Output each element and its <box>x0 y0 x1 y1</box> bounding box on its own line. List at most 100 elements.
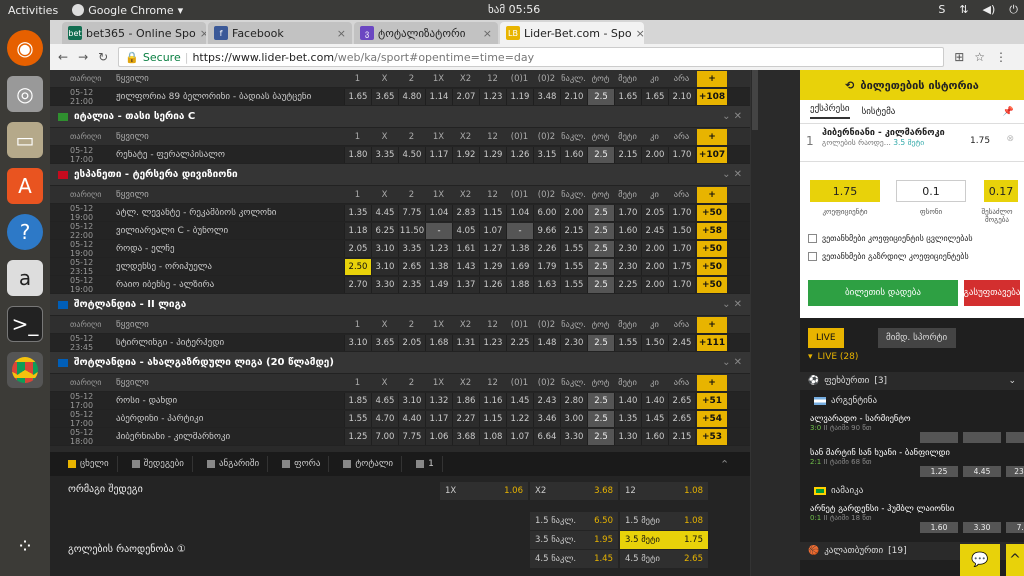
remove-bet-icon[interactable]: ⊗ <box>1006 134 1014 144</box>
close-tab-icon[interactable]: × <box>337 27 346 40</box>
more-markets-button[interactable]: +111 <box>697 334 727 351</box>
live-odd[interactable] <box>920 432 958 443</box>
event-teams[interactable]: როდა - ელჩე <box>116 244 344 254</box>
odd-cell[interactable]: 2.5 <box>587 428 614 445</box>
market-option[interactable]: 3.5 მეტი 1.75 <box>620 531 708 549</box>
reload-icon[interactable]: ↻ <box>98 50 108 64</box>
close-tab-icon[interactable]: × <box>636 27 644 40</box>
odd-cell[interactable]: 2.5 <box>587 276 614 293</box>
odd-cell[interactable]: 6.25 <box>371 222 398 239</box>
odd-cell[interactable]: 1.45 <box>641 410 668 427</box>
collapse-arrow-icon[interactable]: ⌃ <box>720 458 729 471</box>
system-tray[interactable]: S ⇅ ◀) ⏻ <box>938 3 1018 17</box>
odd-cell[interactable]: 2.5 <box>587 392 614 409</box>
odd-cell[interactable]: 1.31 <box>452 334 479 351</box>
more-markets-button[interactable]: +107 <box>697 146 727 163</box>
odd-cell[interactable]: 1.23 <box>479 334 506 351</box>
back-icon[interactable]: ← <box>58 50 68 64</box>
odd-cell[interactable]: 1.48 <box>533 334 560 351</box>
odd-cell[interactable]: 6.00 <box>533 204 560 221</box>
odd-cell[interactable]: 2.70 <box>344 276 371 293</box>
odd-cell[interactable]: 1.63 <box>533 276 560 293</box>
odd-cell[interactable]: 7.75 <box>398 204 425 221</box>
collapse-controls[interactable]: ⌄ ✕ <box>722 111 750 122</box>
odd-cell[interactable]: 3.10 <box>344 334 371 351</box>
apps-grid-icon[interactable]: ⁘ <box>7 528 43 564</box>
odd-cell[interactable]: 3.35 <box>371 146 398 163</box>
odd-cell[interactable]: 1.86 <box>452 392 479 409</box>
odd-cell[interactable]: 2.45 <box>641 222 668 239</box>
odd-cell[interactable]: 2.45 <box>668 334 695 351</box>
odd-cell[interactable]: 2.65 <box>398 258 425 275</box>
odd-cell[interactable]: 2.83 <box>452 204 479 221</box>
odd-cell[interactable]: 2.5 <box>587 334 614 351</box>
odd-cell[interactable]: 1.23 <box>425 240 452 257</box>
browser-tab[interactable]: bet bet365 - Online Spo × <box>62 22 206 44</box>
odd-cell[interactable]: 1.85 <box>344 392 371 409</box>
market-tab[interactable]: შედეგები <box>124 456 193 472</box>
event-teams[interactable]: აბერდინი - პარტიკი <box>116 414 344 424</box>
odd-cell[interactable]: 1.65 <box>614 88 641 105</box>
odd-cell[interactable]: 2.15 <box>668 428 695 445</box>
event-teams[interactable]: ჰიბერნიანი - კილმარნოკი <box>116 432 344 442</box>
odd-cell[interactable]: 2.5 <box>587 240 614 257</box>
translate-icon[interactable]: ⊞ <box>954 50 964 64</box>
odd-cell[interactable]: 1.37 <box>452 276 479 293</box>
more-markets-button[interactable]: +53 <box>697 428 727 445</box>
event-row[interactable]: 05-12 23:45 სტირლინგი - პიტერჰედი 3.10 3.65… <box>50 334 750 352</box>
more-markets-button[interactable]: +50 <box>697 276 727 293</box>
clear-button[interactable]: გასუფთავება <box>964 280 1020 306</box>
odd-cell[interactable]: 3.48 <box>533 88 560 105</box>
odd-cell[interactable]: 4.80 <box>398 88 425 105</box>
odd-cell[interactable]: 2.10 <box>560 88 587 105</box>
market-tab[interactable]: ტოტალი <box>335 456 403 472</box>
market-tab[interactable]: 1 <box>408 456 443 472</box>
odd-cell[interactable]: 2.65 <box>668 410 695 427</box>
bookmark-star-icon[interactable]: ☆ <box>974 50 985 64</box>
accept-odds-change-checkbox[interactable]: ვეთანხმები კოეფიციენტის ცვლილებას <box>808 234 973 243</box>
odd-cell[interactable]: 2.00 <box>560 204 587 221</box>
address-bar[interactable]: 🔒 Secure | https://www.lider-bet.com/web… <box>118 47 945 67</box>
odd-cell[interactable]: 1.75 <box>668 258 695 275</box>
odd-cell[interactable]: 2.5 <box>587 258 614 275</box>
odd-cell[interactable]: 1.50 <box>641 334 668 351</box>
odd-cell[interactable]: 6.64 <box>533 428 560 445</box>
odd-cell[interactable]: 2.30 <box>560 334 587 351</box>
more-markets-button[interactable]: +58 <box>697 222 727 239</box>
odd-cell[interactable]: 2.10 <box>668 88 695 105</box>
more-markets-button[interactable]: +51 <box>697 392 727 409</box>
odd-cell[interactable]: 1.70 <box>614 204 641 221</box>
event-teams[interactable]: ჟილფორია 89 ბელორინი - ბადიას ბაუტცენი <box>116 92 344 102</box>
odd-cell[interactable]: 1.40 <box>641 392 668 409</box>
odd-cell[interactable]: 1.79 <box>533 258 560 275</box>
odd-cell[interactable]: 3.30 <box>371 276 398 293</box>
odd-cell[interactable]: 1.38 <box>506 240 533 257</box>
odd-cell[interactable]: 1.50 <box>668 222 695 239</box>
live-odd[interactable]: 4.45 <box>963 466 1001 477</box>
odd-cell[interactable]: 2.05 <box>398 334 425 351</box>
odd-cell[interactable]: 1.07 <box>506 428 533 445</box>
activities-button[interactable]: Activities <box>8 4 58 17</box>
odd-cell[interactable]: 1.80 <box>344 146 371 163</box>
live-odd[interactable] <box>1006 432 1024 443</box>
live-odd[interactable]: 1.60 <box>920 522 958 533</box>
odd-cell[interactable]: 4.45 <box>371 204 398 221</box>
odd-cell[interactable]: 1.68 <box>425 334 452 351</box>
odd-cell[interactable]: 11.50 <box>398 222 425 239</box>
odd-cell[interactable]: 3.65 <box>371 88 398 105</box>
more-markets-button[interactable]: +108 <box>697 88 727 105</box>
odd-cell[interactable]: 1.04 <box>506 204 533 221</box>
odd-cell[interactable]: 2.00 <box>641 276 668 293</box>
odd-cell[interactable]: 2.43 <box>533 392 560 409</box>
odd-cell[interactable]: 2.25 <box>614 276 641 293</box>
forward-icon[interactable]: → <box>78 50 88 64</box>
odd-cell[interactable]: 2.35 <box>398 276 425 293</box>
odd-cell[interactable]: 1.49 <box>425 276 452 293</box>
volume-icon[interactable]: ◀) <box>983 3 996 17</box>
odd-cell[interactable]: 1.55 <box>344 410 371 427</box>
odd-cell[interactable]: 1.26 <box>479 276 506 293</box>
odd-cell[interactable]: 2.05 <box>641 204 668 221</box>
odd-cell[interactable]: 2.30 <box>614 258 641 275</box>
odd-cell[interactable]: 3.00 <box>560 410 587 427</box>
power-icon[interactable]: ⏻ <box>1009 3 1018 17</box>
